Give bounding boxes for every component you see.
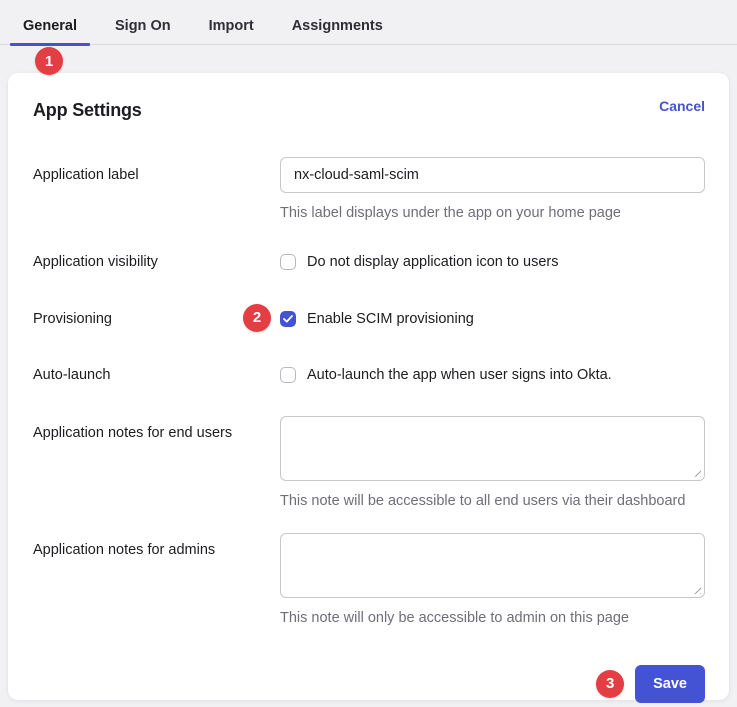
notes-admins-help: This note will only be accessible to adm… <box>280 610 705 627</box>
tab-sign-on[interactable]: Sign On <box>102 8 184 45</box>
auto-launch-label: Auto-launch <box>33 366 280 384</box>
field-row-auto-launch: Auto-launch Auto-launch the app when use… <box>33 366 705 384</box>
save-row: 3 Save <box>33 665 705 703</box>
enable-scim-checkbox[interactable] <box>280 311 296 327</box>
application-label-input[interactable] <box>280 157 705 193</box>
notes-end-users-label: Application notes for end users <box>33 416 280 442</box>
page-title: App Settings <box>33 98 142 121</box>
panel-header: App Settings Cancel <box>33 98 705 121</box>
auto-launch-checkbox[interactable] <box>280 367 296 383</box>
annotation-badge-3: 3 <box>596 670 624 698</box>
notes-end-users-textarea[interactable] <box>280 416 705 481</box>
field-row-notes-end-users: Application notes for end users This not… <box>33 416 705 510</box>
annotation-badge-2: 2 <box>243 304 271 332</box>
application-visibility-checkbox[interactable] <box>280 254 296 270</box>
auto-launch-checkbox-label[interactable]: Auto-launch the app when user signs into… <box>307 367 612 383</box>
tab-import[interactable]: Import <box>196 8 267 45</box>
checkmark-icon <box>283 315 293 323</box>
notes-admins-label: Application notes for admins <box>33 533 280 559</box>
annotation-badge-1: 1 <box>35 47 63 75</box>
application-visibility-label: Application visibility <box>33 253 280 271</box>
tab-assignments[interactable]: Assignments <box>279 8 396 45</box>
application-visibility-checkbox-label[interactable]: Do not display application icon to users <box>307 254 558 270</box>
application-label-label: Application label <box>33 157 280 184</box>
field-row-application-visibility: Application visibility Do not display ap… <box>33 253 705 271</box>
cancel-link[interactable]: Cancel <box>659 98 705 114</box>
field-row-provisioning: 2 Provisioning Enable SCIM provisioning <box>33 310 705 328</box>
save-button[interactable]: Save <box>635 665 705 703</box>
notes-admins-textarea[interactable] <box>280 533 705 598</box>
enable-scim-checkbox-label[interactable]: Enable SCIM provisioning <box>307 311 474 327</box>
tab-general[interactable]: General <box>10 8 90 45</box>
application-label-help: This label displays under the app on you… <box>280 205 705 222</box>
field-row-notes-admins: Application notes for admins This note w… <box>33 533 705 627</box>
notes-end-users-help: This note will be accessible to all end … <box>280 493 705 510</box>
app-settings-panel: App Settings Cancel Application label Th… <box>8 73 729 700</box>
field-row-application-label: Application label This label displays un… <box>33 157 705 222</box>
app-tabs: General Sign On Import Assignments <box>0 0 737 45</box>
